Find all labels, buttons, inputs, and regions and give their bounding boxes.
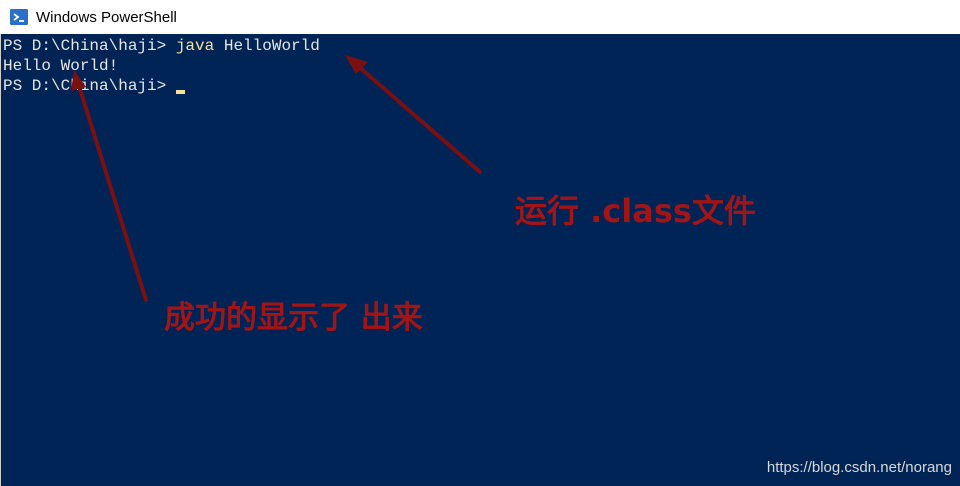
window-title: Windows PowerShell: [36, 8, 177, 26]
console-line-output: Hello World!: [3, 56, 118, 76]
text-cursor: [175, 90, 185, 94]
title-bar[interactable]: Windows PowerShell: [0, 0, 960, 34]
annotation-shown-success: 成功的显示了 出来: [164, 300, 423, 336]
console-area[interactable]: PS D:\China\haji> java HelloWorld Hello …: [0, 34, 960, 486]
command-args-text: HelloWorld: [214, 37, 320, 55]
powershell-window: Windows PowerShell PS D:\China\haji> jav…: [0, 0, 960, 486]
prompt-text: PS D:\China\haji>: [3, 37, 176, 55]
annotation-run-class: 运行 .class文件: [515, 192, 756, 230]
console-line-command: PS D:\China\haji> java HelloWorld: [3, 36, 320, 56]
command-text: java: [175, 37, 215, 55]
prompt-text: PS D:\China\haji>: [3, 77, 176, 95]
console-line-prompt: PS D:\China\haji>: [3, 76, 185, 96]
watermark-url: https://blog.csdn.net/norang: [766, 459, 952, 476]
output-text: Hello World!: [3, 57, 119, 75]
powershell-icon: [9, 7, 29, 27]
